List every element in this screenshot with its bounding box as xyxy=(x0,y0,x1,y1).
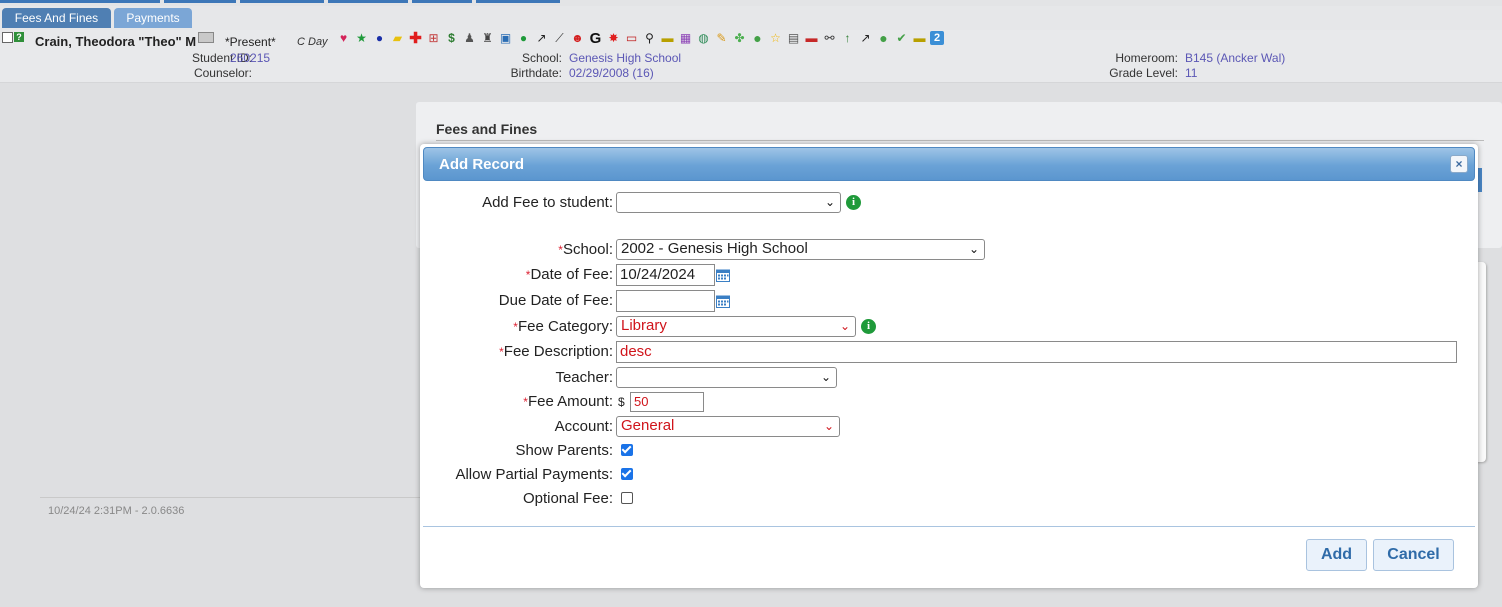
calendar-icon[interactable] xyxy=(716,268,730,282)
account-label: Account: xyxy=(554,418,613,435)
allow-partial-payments-checkbox[interactable] xyxy=(621,468,633,480)
check-circle-icon[interactable]: ✔ xyxy=(894,31,909,46)
add-fee-to-student-select[interactable]: ⌄ xyxy=(616,192,841,213)
account-select[interactable]: General ⌄ xyxy=(616,416,840,437)
arrow-up-icon[interactable]: ↑ xyxy=(840,31,855,46)
burst-icon[interactable]: ✸ xyxy=(606,31,621,46)
info-icon[interactable]: i xyxy=(861,319,876,334)
show-parents-checkbox[interactable] xyxy=(621,444,633,456)
palette-icon[interactable]: ▦ xyxy=(678,31,693,46)
hospital-icon[interactable]: ⊞ xyxy=(426,31,441,46)
close-icon[interactable]: × xyxy=(1450,155,1468,173)
laptop-icon[interactable]: ▭ xyxy=(624,31,639,46)
footer-divider xyxy=(40,497,420,498)
fee-description-label: *Fee Description: xyxy=(499,343,613,360)
school-select[interactable]: 2002 - Genesis High School ⌄ xyxy=(616,239,985,260)
car-red-icon[interactable]: ▬ xyxy=(804,31,819,46)
student-flag-icons: ♥ ★ ● ▰ ✚ ⊞ $ ♟ ♜ ▣ ● ↗ ⟋ ☻ G ✸ ▭ ⚲ ▬ ▦ … xyxy=(336,30,944,46)
student-header: ? Crain, Theodora "Theo" M *Present* C D… xyxy=(0,30,1502,83)
homeroom-value[interactable]: B145 (Ancker Wal) xyxy=(1185,51,1285,65)
photo-id-icon[interactable] xyxy=(198,32,214,43)
homeroom-label: Homeroom: xyxy=(1115,51,1178,65)
runner-icon[interactable]: ↗ xyxy=(534,31,549,46)
birthdate-value: 02/29/2008 (16) xyxy=(569,66,654,80)
fee-amount-input[interactable]: 50 xyxy=(630,392,704,412)
cancel-button[interactable]: Cancel xyxy=(1373,539,1454,571)
student-name: Crain, Theodora "Theo" M xyxy=(35,34,197,49)
heart-icon[interactable]: ♥ xyxy=(336,31,351,46)
date-of-fee-input[interactable]: 10/24/2024 xyxy=(616,264,715,286)
attendance-status: *Present* xyxy=(225,35,276,49)
grade-level-value: 11 xyxy=(1185,66,1198,80)
divider xyxy=(436,140,1484,141)
fee-description-input[interactable]: desc xyxy=(616,341,1457,363)
globe-icon[interactable]: ◍ xyxy=(696,31,711,46)
pencil-paper-icon[interactable]: ✎ xyxy=(714,31,729,46)
car-yellow2-icon[interactable]: ▬ xyxy=(912,31,927,46)
folder-icon[interactable]: ▰ xyxy=(390,31,405,46)
blue-circle-icon[interactable]: ● xyxy=(372,31,387,46)
fee-category-label: *Fee Category: xyxy=(513,318,613,335)
fee-amount-label: *Fee Amount: xyxy=(523,393,613,410)
dialog-title: Add Record xyxy=(439,156,525,173)
calendar-icon[interactable] xyxy=(716,294,730,308)
student-id-value: 260215 xyxy=(230,51,271,65)
grade-level-label: Grade Level: xyxy=(1109,66,1178,80)
green-dot2-icon[interactable]: ● xyxy=(876,30,891,46)
tab-bar: Fees And Fines Payments xyxy=(0,6,1502,31)
currency-symbol: $ xyxy=(618,395,625,409)
hockey-icon[interactable]: ⟋ xyxy=(552,31,567,46)
tab-payments[interactable]: Payments xyxy=(114,8,192,28)
add-button[interactable]: Add xyxy=(1306,539,1367,571)
flag-count-badge[interactable]: 2 xyxy=(930,31,944,45)
school-value[interactable]: Genesis High School xyxy=(569,51,681,65)
student-select-checkbox[interactable] xyxy=(2,32,13,43)
runner2-icon[interactable]: ↗ xyxy=(858,31,873,46)
footer-timestamp: 10/24/24 2:31PM - 2.0.6636 xyxy=(48,505,185,517)
counselor-label: Counselor: xyxy=(193,66,252,80)
document-icon[interactable]: ▤ xyxy=(786,31,801,46)
info-icon[interactable]: i xyxy=(846,195,861,210)
fees-panel-title: Fees and Fines xyxy=(436,121,538,137)
school-field-label: *School: xyxy=(558,241,613,258)
add-record-dialog: Add Record × Add Fee to student: ⌄ i *Sc… xyxy=(420,144,1478,588)
due-date-input[interactable] xyxy=(616,290,715,312)
due-date-label: Due Date of Fee: xyxy=(498,292,613,309)
teacher-label: Teacher: xyxy=(555,369,613,386)
dialog-footer-divider xyxy=(423,526,1475,527)
dialog-header: Add Record × xyxy=(423,147,1475,181)
bus-icon[interactable]: ▣ xyxy=(498,31,513,46)
walking-icon[interactable]: ⚲ xyxy=(642,31,657,46)
day-rotation: C Day xyxy=(297,36,328,48)
medical-cross-icon[interactable]: ✚ xyxy=(408,31,423,46)
money-icon[interactable]: $ xyxy=(444,31,459,46)
add-fee-to-student-label: Add Fee to student: xyxy=(482,194,613,211)
show-parents-label: Show Parents: xyxy=(515,442,613,459)
g-icon[interactable]: G xyxy=(588,31,603,46)
fee-category-select[interactable]: Library ⌄ xyxy=(616,316,856,337)
star-green-icon[interactable]: ★ xyxy=(354,31,369,46)
optional-fee-checkbox[interactable] xyxy=(621,492,633,504)
date-of-fee-label: *Date of Fee: xyxy=(525,266,613,283)
teacher-icon[interactable]: ♜ xyxy=(480,31,495,46)
school-label: School: xyxy=(521,51,562,65)
car-yellow-icon[interactable]: ▬ xyxy=(660,31,675,46)
tab-fees-and-fines[interactable]: Fees And Fines xyxy=(2,8,111,28)
bicycle-icon[interactable]: ⚯ xyxy=(822,31,837,46)
star-gold-icon[interactable]: ☆ xyxy=(768,31,783,46)
optional-fee-label: Optional Fee: xyxy=(522,490,613,507)
help-icon[interactable]: ? xyxy=(14,32,24,42)
teacher-select[interactable]: ⌄ xyxy=(616,367,837,388)
person-icon[interactable]: ♟ xyxy=(462,31,477,46)
chat-bubble-icon[interactable]: ● xyxy=(516,31,531,46)
green-dot-icon[interactable]: ● xyxy=(750,30,765,46)
allow-partial-payments-label: Allow Partial Payments: xyxy=(455,466,613,483)
birthdate-label: Birthdate: xyxy=(510,66,562,80)
theater-masks-icon[interactable]: ☻ xyxy=(570,31,585,46)
puzzle-icon[interactable]: ✤ xyxy=(732,31,747,46)
